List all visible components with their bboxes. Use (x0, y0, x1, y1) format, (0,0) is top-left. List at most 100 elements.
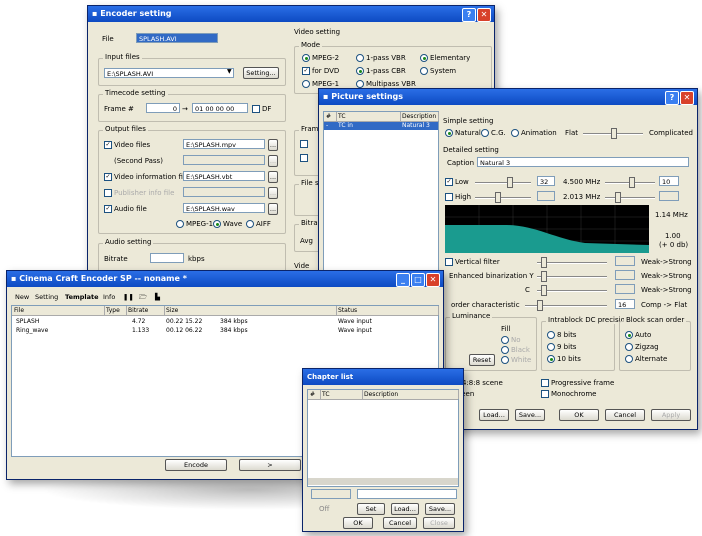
table-row[interactable]: Ring_wave 1.133 00.12 06.22 384 kbps Wav… (12, 327, 438, 335)
frame-checkbox-1[interactable] (300, 140, 310, 148)
enhanced-y-thumb[interactable] (541, 271, 547, 282)
high-value-field[interactable] (537, 191, 555, 201)
monochrome-checkbox[interactable]: Monochrome (541, 390, 596, 398)
high-thumb[interactable] (495, 192, 501, 203)
audio-format-mpeg1[interactable]: MPEG-1 (176, 220, 213, 228)
help-icon[interactable]: ? (462, 8, 476, 22)
reset-button[interactable]: Reset (469, 354, 495, 366)
vertical-filter-thumb[interactable] (541, 257, 547, 268)
help-icon[interactable]: ? (665, 91, 679, 105)
second-pass-browse[interactable]: ... (268, 155, 278, 167)
minimize-icon[interactable]: _ (396, 273, 410, 287)
col-file[interactable]: File (12, 306, 105, 315)
enhanced-y-slider[interactable] (537, 271, 607, 282)
publisher-field[interactable] (183, 187, 265, 197)
frame-checkbox-2[interactable] (300, 154, 310, 162)
picture-load-button[interactable]: Load... (479, 409, 509, 421)
bits-8-radio[interactable]: 8 bits (547, 331, 576, 339)
col-description[interactable]: Description (400, 112, 439, 121)
publisher-checkbox[interactable]: Publisher info file (104, 189, 174, 197)
mode-1pass-vbr-radio[interactable]: 1-pass VBR (356, 54, 406, 62)
high-right-slider[interactable] (605, 192, 655, 203)
picture-save-button[interactable]: Save... (515, 409, 545, 421)
video-files-checkbox[interactable]: ✓ Video files (104, 141, 150, 149)
toolbar-setting[interactable]: Setting (35, 291, 58, 303)
vertical-filter-slider[interactable] (537, 257, 607, 268)
scan-alternate-radio[interactable]: Alternate (625, 355, 667, 363)
export-icon[interactable]: ▙ (155, 291, 160, 303)
table-row[interactable]: SPLASH 4.72 00.22 15.22 384 kbps Wave in… (12, 318, 438, 326)
bitrate-field[interactable] (150, 253, 184, 263)
chapter-list[interactable]: # TC Description (307, 389, 459, 487)
timecode-field[interactable]: 01 00 00 00 (192, 103, 248, 113)
low-right-slider[interactable] (605, 177, 655, 188)
order-slider[interactable] (525, 300, 607, 311)
low-right-field[interactable]: 10 (659, 176, 679, 186)
chapter-description-field[interactable] (357, 489, 457, 499)
video-files-browse[interactable]: ... (268, 139, 278, 151)
chapter-save-button[interactable]: Save... (425, 503, 455, 515)
chapter-set-button[interactable]: Set (357, 503, 385, 515)
video-files-field[interactable]: E:\SPLASH.mpv (183, 139, 265, 149)
order-thumb[interactable] (537, 300, 543, 311)
mode-system-radio[interactable]: System (420, 67, 456, 75)
picture-list-row[interactable]: - TC in Natural 3 (324, 122, 438, 130)
file-name-field[interactable]: SPLASH.AVI (136, 33, 218, 43)
video-info-checkbox[interactable]: ✓ Video information file (104, 173, 189, 181)
mode-multipass-radio[interactable]: Multipass VBR (356, 80, 416, 88)
close-icon[interactable]: ✕ (680, 91, 694, 105)
chapter-load-button[interactable]: Load... (391, 503, 419, 515)
fill-black-radio[interactable]: Black (501, 346, 530, 354)
fill-white-radio[interactable]: White (501, 356, 531, 364)
close-icon[interactable]: ✕ (426, 273, 440, 287)
col-type[interactable]: Type (104, 306, 127, 315)
low-value-field[interactable]: 32 (537, 176, 555, 186)
col-status[interactable]: Status (336, 306, 439, 315)
chapter-scrollbar[interactable] (308, 478, 458, 485)
audio-file-checkbox[interactable]: ✓ Audio file (104, 205, 147, 213)
chapter-col-description[interactable]: Description (362, 390, 459, 399)
chevron-down-icon[interactable]: ▼ (227, 68, 232, 75)
scan-auto-radio[interactable]: Auto (625, 331, 651, 339)
extra-button[interactable]: > (239, 459, 301, 471)
toolbar-template[interactable]: Template (65, 291, 99, 303)
second-pass-field[interactable] (183, 155, 265, 165)
enhanced-c-field[interactable] (615, 284, 635, 294)
enhanced-y-field[interactable] (615, 270, 635, 280)
df-checkbox[interactable]: DF (252, 105, 271, 113)
simple-animation-radio[interactable]: Animation (511, 129, 557, 137)
picture-cancel-button[interactable]: Cancel (605, 409, 645, 421)
audio-file-browse[interactable]: ... (268, 203, 278, 215)
toolbar-info[interactable]: Info (103, 291, 115, 303)
folder-icon[interactable]: 🗁 (139, 291, 147, 303)
simple-cg-radio[interactable]: C.G. (481, 129, 506, 137)
encode-button[interactable]: Encode (165, 459, 227, 471)
setting-button[interactable]: Setting... (243, 67, 279, 79)
enhanced-c-thumb[interactable] (541, 285, 547, 296)
comp-value-field[interactable]: 16 (615, 299, 635, 309)
high-right-field[interactable] (659, 191, 679, 201)
chapter-ok-button[interactable]: OK (343, 517, 373, 529)
close-icon[interactable]: ✕ (477, 8, 491, 22)
high-right-thumb[interactable] (615, 192, 621, 203)
bits-9-radio[interactable]: 9 bits (547, 343, 576, 351)
vertical-filter-checkbox[interactable]: Vertical filter (445, 258, 500, 266)
complexity-slider[interactable] (583, 128, 643, 139)
high-slider[interactable] (475, 192, 531, 203)
low-right-thumb[interactable] (629, 177, 635, 188)
chapter-timecode-field[interactable] (311, 489, 351, 499)
progressive-checkbox[interactable]: Progressive frame (541, 379, 614, 387)
audio-file-field[interactable]: E:\SPLASH.wav (183, 203, 265, 213)
picture-ok-button[interactable]: OK (559, 409, 599, 421)
caption-field[interactable]: Natural 3 (477, 157, 689, 167)
mode-for-dvd-checkbox[interactable]: ✓ for DVD (302, 67, 339, 75)
publisher-browse[interactable]: ... (268, 187, 278, 199)
simple-natural-radio[interactable]: Natural (445, 129, 481, 137)
col-tc[interactable]: TC (336, 112, 401, 121)
low-checkbox[interactable]: ✓ Low (445, 178, 469, 186)
mode-elementary-radio[interactable]: Elementary (420, 54, 470, 62)
pause-icon[interactable]: ❚❚ (123, 291, 134, 303)
high-checkbox[interactable]: High (445, 193, 471, 201)
chapter-close-button[interactable]: Close (423, 517, 455, 529)
vertical-filter-field[interactable] (615, 256, 635, 266)
